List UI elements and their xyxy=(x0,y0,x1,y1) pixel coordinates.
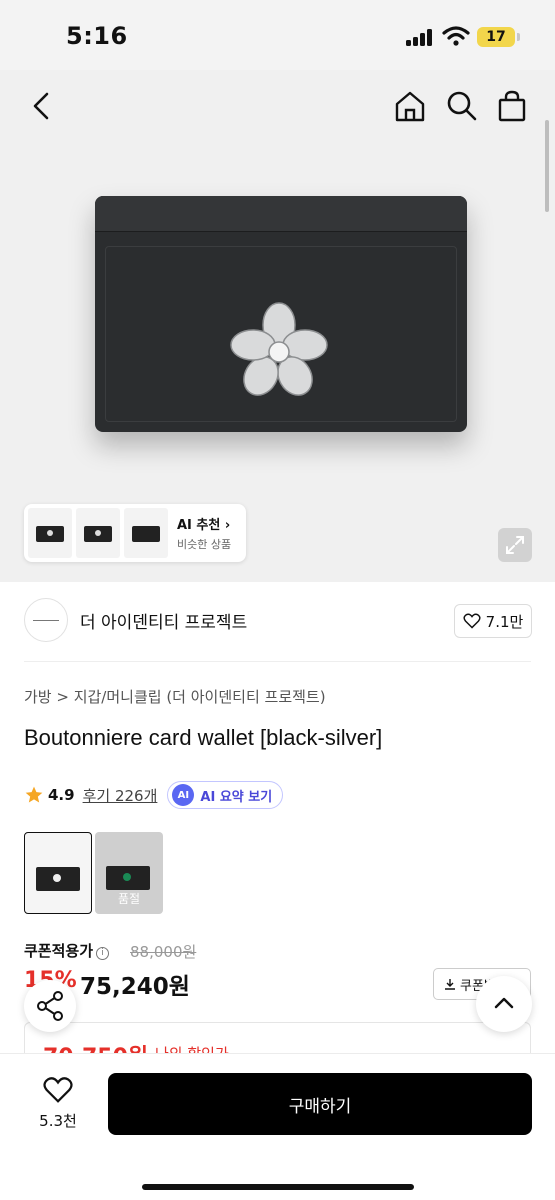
final-price: 75,240원 xyxy=(80,974,190,1000)
original-price: 88,000원 xyxy=(130,943,197,961)
ai-recommend-card[interactable]: AI 추천 › 비슷한 상품 xyxy=(24,504,246,562)
status-bar: 5:16 17 xyxy=(0,0,555,70)
home-indicator xyxy=(142,1184,414,1190)
coupon-price-label: 쿠폰적용가 i xyxy=(24,940,110,961)
clock: 5:16 xyxy=(66,22,128,50)
ai-recommend-subtitle: 비슷한 상품 xyxy=(177,538,232,551)
brand-logo[interactable] xyxy=(24,598,68,642)
cellular-signal-icon xyxy=(406,28,434,46)
soldout-label: 품절 xyxy=(117,892,141,906)
ai-summary-label: AI 요약 보기 xyxy=(200,789,273,805)
divider xyxy=(24,661,531,662)
breadcrumb[interactable]: 가방 > 지갑/머니클립 (더 아이덴티티 프로젝트) xyxy=(24,686,326,707)
expand-image-icon[interactable] xyxy=(498,528,532,562)
silver-flower-ornament xyxy=(230,302,328,396)
review-count-link[interactable]: 후기 226개 xyxy=(83,785,158,806)
option-thumbnail-black-silver[interactable] xyxy=(24,832,92,914)
option-thumbnail-soldout[interactable]: 품절 xyxy=(95,832,163,914)
share-icon[interactable] xyxy=(24,980,76,1032)
star-icon xyxy=(25,786,43,803)
ai-summary-button[interactable]: AI AI 요약 보기 xyxy=(167,781,284,809)
rating-value: 4.9 xyxy=(48,786,75,804)
product-image-gallery[interactable]: AI 추천 › 비슷한 상품 xyxy=(0,70,555,582)
shopping-bag-icon[interactable] xyxy=(492,86,532,126)
ai-recommend-label[interactable]: AI 추천 › xyxy=(177,514,230,533)
product-like-button[interactable]: 5.3천 xyxy=(30,1076,86,1136)
wifi-icon xyxy=(442,26,470,46)
rating-row: 4.9 후기 226개 AI AI 요약 보기 xyxy=(24,781,284,809)
similar-item-thumbnail[interactable] xyxy=(124,508,168,558)
search-icon[interactable] xyxy=(442,86,482,126)
product-title: Boutonniere card wallet [black-silver] xyxy=(24,725,383,750)
heart-icon xyxy=(43,1077,73,1103)
bottom-action-bar: 5.3천 구매하기 xyxy=(0,1053,555,1200)
download-icon xyxy=(445,979,455,990)
scroll-top-chevron-up-icon[interactable] xyxy=(476,976,532,1032)
brand-name[interactable]: 더 아이덴티티 프로젝트 xyxy=(80,608,247,633)
battery-indicator: 17 xyxy=(477,27,520,47)
similar-item-thumbnail[interactable] xyxy=(76,508,120,558)
ai-badge-icon: AI xyxy=(172,784,195,806)
buy-button[interactable]: 구매하기 xyxy=(108,1073,532,1135)
product-like-count: 5.3천 xyxy=(39,1112,77,1130)
similar-item-thumbnail[interactable] xyxy=(28,508,72,558)
brand-like-count: 7.1만 xyxy=(485,612,524,631)
heart-icon xyxy=(463,613,481,629)
back-arrow-icon[interactable] xyxy=(22,86,62,126)
wallet-product-photo xyxy=(95,196,467,432)
info-icon[interactable]: i xyxy=(96,947,110,960)
chevron-right-icon: › xyxy=(224,518,231,533)
scroll-indicator xyxy=(545,120,549,212)
home-icon[interactable] xyxy=(390,86,430,126)
brand-like-button[interactable]: 7.1만 xyxy=(454,604,532,638)
